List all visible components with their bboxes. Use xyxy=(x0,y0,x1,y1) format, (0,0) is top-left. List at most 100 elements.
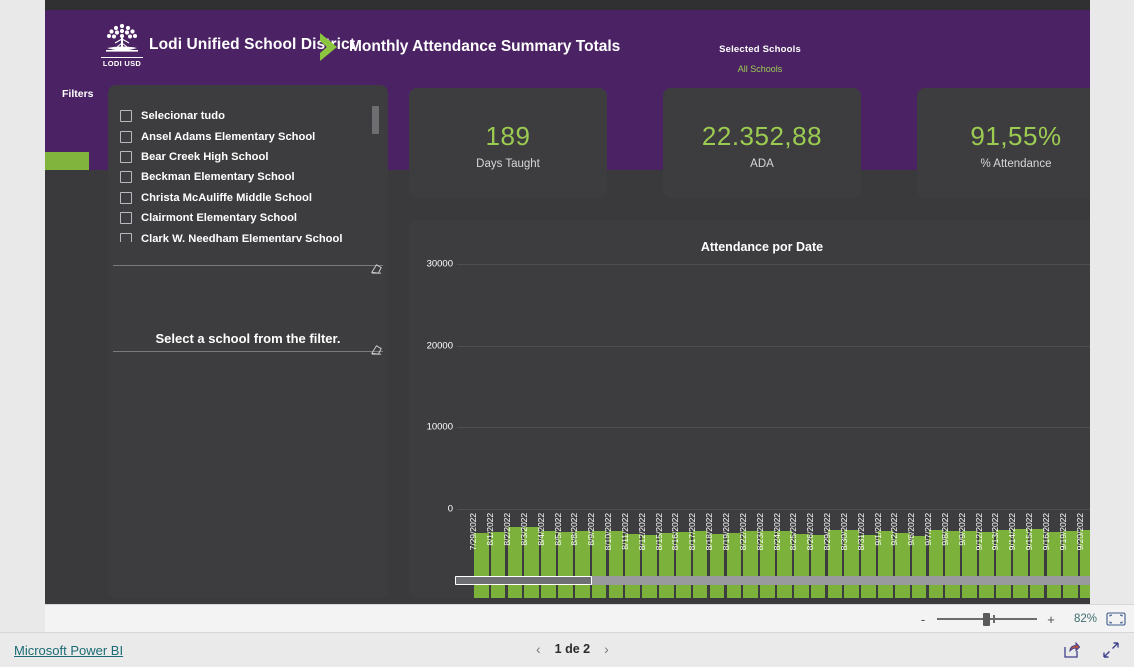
x-axis-label-cell: 8/17/2022 xyxy=(676,510,697,564)
filter-card-divider-1 xyxy=(113,265,383,266)
chart-title: Attendance por Date xyxy=(700,240,824,254)
share-icon[interactable] xyxy=(1062,641,1080,659)
kpi-value-attendance-pct: 91,55% xyxy=(970,121,1062,151)
filter-item[interactable]: Clairmont Elementary School xyxy=(108,208,388,228)
filter-checkbox[interactable] xyxy=(120,191,132,204)
x-axis-label-cell: 9/12/2022 xyxy=(962,510,984,564)
footer-icon-group xyxy=(1062,641,1120,659)
selected-schools-label: Selected Schools xyxy=(719,44,801,55)
zoom-slider[interactable] xyxy=(937,613,1037,626)
tree-logo-icon xyxy=(106,23,138,52)
x-axis-label-cell: 8/31/2022 xyxy=(844,510,866,564)
report-canvas: LODI USD Lodi Unified School District Mo… xyxy=(45,0,1090,604)
x-axis-label-cell: 8/4/2022 xyxy=(524,510,546,564)
selected-schools-value: All Schools xyxy=(737,64,783,74)
kpi-label-ada: ADA xyxy=(750,158,774,170)
report-footer: Microsoft Power BI ‹ 1 de 2 › xyxy=(0,632,1134,667)
x-axis-label-cell: 9/8/2022 xyxy=(929,510,950,564)
filter-item[interactable]: Selecionar tudo xyxy=(108,106,388,126)
x-axis-label-cell: 8/8/2022 xyxy=(558,510,579,564)
x-axis-label-cell: 8/15/2022 xyxy=(642,510,664,564)
x-axis-label-cell: 8/3/2022 xyxy=(508,510,529,564)
x-axis-label-cell: 8/22/2022 xyxy=(727,510,748,564)
x-axis-label-cell: 9/6/2022 xyxy=(895,510,916,564)
attendance-chart-card: Attendance por Date 0 10000 20000 30000 7/2… xyxy=(409,220,1090,598)
filters-title: Filters xyxy=(62,88,94,100)
x-axis-label-cell: 9/7/2022 xyxy=(912,510,933,564)
x-axis-label-cell: 8/2/2022 xyxy=(491,510,512,564)
filter-checkbox[interactable] xyxy=(120,130,132,143)
zoom-slider-thumb[interactable] xyxy=(983,613,990,626)
logo-caption: LODI USD xyxy=(101,57,143,68)
x-axis-label-cell: 8/26/2022 xyxy=(794,510,815,564)
x-axis-label-cell: 7/29/2022 xyxy=(457,510,478,564)
kpi-card-ada: 22.352,88 ADA xyxy=(663,88,861,198)
page-indicator: 1 de 2 xyxy=(554,642,591,656)
selected-schools-block: Selected Schools All Schools xyxy=(665,44,855,74)
school-filter-list[interactable]: Selecionar tudo Ansel Adams Elementary Sc… xyxy=(108,106,388,242)
filter-item[interactable]: Clark W. Needham Elementary School xyxy=(108,228,388,242)
y-axis-tick-label: 20000 xyxy=(426,340,453,352)
zoom-controls: - + 82% xyxy=(918,605,1126,633)
fullscreen-icon[interactable] xyxy=(1102,641,1120,659)
next-page-button[interactable]: › xyxy=(604,642,609,656)
select-school-message: Select a school from the filter. xyxy=(155,331,341,346)
chart-scrollbar-thumb[interactable] xyxy=(455,576,592,585)
x-axis-label-cell: 9/19/2022 xyxy=(1047,510,1068,564)
kpi-value-days-taught: 189 xyxy=(485,121,531,151)
x-axis-label-cell: 8/10/2022 xyxy=(592,510,613,564)
filter-item-label: Ansel Adams Elementary School xyxy=(141,130,316,143)
filter-item[interactable]: Christa McAuliffe Middle School xyxy=(108,188,388,208)
report-title: Monthly Attendance Summary Totals xyxy=(349,38,621,55)
gridline xyxy=(457,427,1090,429)
kpi-value-ada: 22.352,88 xyxy=(701,121,823,151)
x-axis-label-cell: 9/16/2022 xyxy=(1030,510,1051,564)
filter-item-label: Clairmont Elementary School xyxy=(141,212,298,225)
lodi-usd-logo: LODI USD xyxy=(101,22,143,68)
zoom-slider-tick xyxy=(993,615,995,623)
x-axis-label-cell: 9/21/2022 xyxy=(1080,510,1090,564)
zoom-percent-label: 82% xyxy=(1073,613,1097,625)
filter-list-scrollbar[interactable] xyxy=(372,106,379,134)
filter-checkbox[interactable] xyxy=(120,232,132,242)
x-axis-label-cell: 8/24/2022 xyxy=(760,510,782,564)
filter-checkbox[interactable] xyxy=(120,150,132,163)
eraser-icon[interactable] xyxy=(370,262,383,275)
y-axis-tick-label: 30000 xyxy=(426,258,453,270)
kpi-label-attendance-pct: % Attendance xyxy=(980,158,1052,170)
filter-item-label: Christa McAuliffe Middle School xyxy=(141,191,312,204)
filter-item[interactable]: Beckman Elementary School xyxy=(108,167,388,187)
chart-x-axis-labels: 7/29/2022 8/1/2022 8/2/2022 8/3/2022 8/4/202… xyxy=(457,510,1090,564)
y-axis-tick-label: 10000 xyxy=(426,421,453,433)
x-axis-label-cell: 8/19/2022 xyxy=(710,510,731,564)
filter-item[interactable]: Ansel Adams Elementary School xyxy=(108,126,388,146)
x-axis-label-cell: 8/12/2022 xyxy=(625,510,647,564)
zoom-toolbar: - + 82% xyxy=(45,604,1134,632)
x-axis-label-cell: 8/25/2022 xyxy=(777,510,798,564)
x-axis-label-cell: 9/20/2022 xyxy=(1063,510,1085,564)
x-axis-label-cell: 9/9/2022 xyxy=(945,510,967,564)
x-axis-label-cell: 9/14/2022 xyxy=(996,510,1017,564)
zoom-in-button[interactable]: + xyxy=(1046,613,1056,626)
x-axis-label-cell: 9/13/2022 xyxy=(979,510,1000,564)
x-axis-label-cell: 8/9/2022 xyxy=(575,510,596,564)
power-bi-report-viewer: LODI USD Lodi Unified School District Mo… xyxy=(0,0,1134,667)
filter-card-divider-2 xyxy=(113,351,383,352)
microsoft-power-bi-link[interactable]: Microsoft Power BI xyxy=(14,643,123,658)
fit-to-page-icon[interactable] xyxy=(1106,612,1126,626)
x-axis-label-cell: 8/5/2022 xyxy=(541,510,563,564)
previous-page-button[interactable]: ‹ xyxy=(536,642,541,656)
kpi-label-days-taught: Days Taught xyxy=(476,158,540,170)
filter-checkbox[interactable] xyxy=(120,212,132,225)
chart-horizontal-scrollbar[interactable] xyxy=(455,576,1090,585)
filter-checkbox[interactable] xyxy=(120,171,132,184)
kpi-card-attendance-pct: 91,55% % Attendance xyxy=(917,88,1090,198)
filter-item-label: Beckman Elementary School xyxy=(141,171,295,184)
filter-checkbox[interactable] xyxy=(120,110,132,123)
filter-item-label: Clark W. Needham Elementary School xyxy=(141,232,343,242)
x-axis-label-cell: 8/1/2022 xyxy=(474,510,495,564)
filter-item-label: Selecionar tudo xyxy=(141,110,225,123)
filter-item[interactable]: Bear Creek High School xyxy=(108,147,388,167)
canvas-top-strip xyxy=(45,0,1090,10)
zoom-out-button[interactable]: - xyxy=(918,613,928,626)
